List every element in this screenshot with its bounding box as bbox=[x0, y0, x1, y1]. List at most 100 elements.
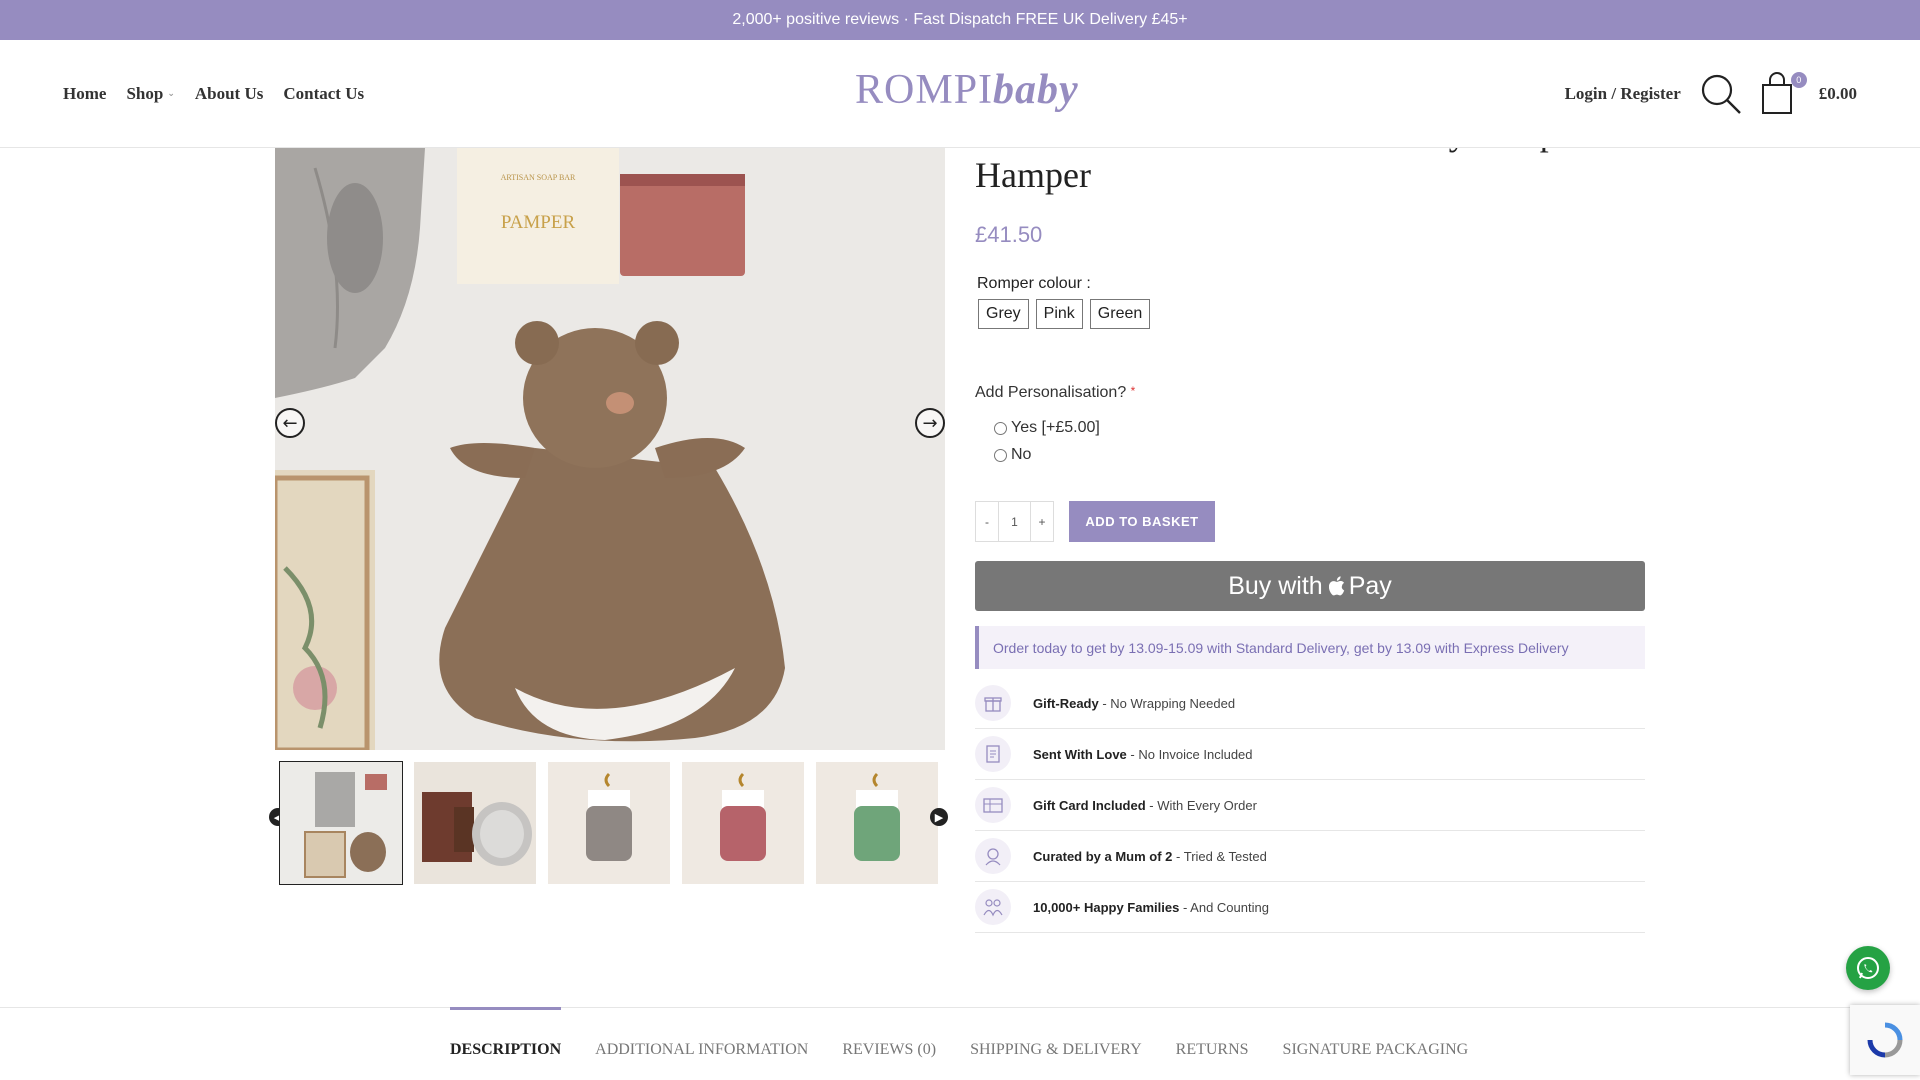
feature-item: Sent With Love - No Invoice Included bbox=[975, 729, 1645, 780]
header-actions: Login / Register 0 £0.00 bbox=[1565, 40, 1857, 148]
product-price: £41.50 bbox=[975, 222, 1043, 247]
feature-desc: - No Invoice Included bbox=[1126, 746, 1253, 762]
logo-part2: baby bbox=[993, 67, 1079, 113]
search-icon[interactable] bbox=[1699, 72, 1743, 116]
mum-icon bbox=[975, 838, 1011, 874]
feature-desc: - And Counting bbox=[1179, 899, 1269, 915]
personalisation-label-text: Add Personalisation? bbox=[975, 384, 1127, 401]
site-logo[interactable]: ROMPIbaby bbox=[855, 66, 1079, 114]
cart-button[interactable]: 0 bbox=[1761, 72, 1807, 116]
feature-desc: - No Wrapping Needed bbox=[1098, 695, 1236, 711]
feature-item: Gift-Ready - No Wrapping Needed bbox=[975, 678, 1645, 729]
feature-text: 10,000+ Happy Families - And Counting bbox=[1033, 900, 1269, 915]
feature-title: 10,000+ Happy Families bbox=[1033, 899, 1180, 915]
quantity-stepper: - 1 + bbox=[975, 501, 1054, 542]
nav-shop[interactable]: Shop ⌄ bbox=[126, 84, 174, 104]
soap-box-line1: ARTISAN SOAP BAR bbox=[501, 173, 576, 182]
tab-description[interactable]: DESCRIPTION bbox=[450, 1007, 562, 1080]
qty-minus-button[interactable]: - bbox=[975, 501, 999, 542]
tab-returns[interactable]: RETURNS bbox=[1176, 1007, 1249, 1080]
thumbnail-1[interactable] bbox=[279, 761, 403, 885]
apple-pay-button[interactable]: Buy with Pay bbox=[975, 561, 1645, 611]
gallery-next-button[interactable]: → bbox=[915, 408, 945, 438]
logo-part1: ROMPI bbox=[855, 67, 994, 113]
thumbnail-image bbox=[548, 762, 670, 884]
whatsapp-icon bbox=[1857, 957, 1879, 979]
product-tabs: DESCRIPTION ADDITIONAL INFORMATION REVIE… bbox=[450, 1007, 1468, 1080]
applepay-pay-label: Pay bbox=[1348, 571, 1392, 600]
thumbnail-3[interactable] bbox=[548, 762, 670, 884]
thumbnail-image bbox=[280, 762, 402, 884]
feature-title: Sent With Love bbox=[1033, 746, 1127, 762]
personalisation-option-no[interactable]: No bbox=[994, 446, 1031, 464]
feature-title: Gift-Ready bbox=[1033, 695, 1099, 711]
feature-title: Curated by a Mum of 2 bbox=[1033, 848, 1173, 864]
tab-signature-packaging[interactable]: SIGNATURE PACKAGING bbox=[1283, 1007, 1469, 1080]
applepay-text: Buy with bbox=[1228, 571, 1323, 600]
nav-shop-label: Shop bbox=[126, 84, 164, 103]
nav-about[interactable]: About Us bbox=[195, 84, 264, 104]
main-nav: Home Shop ⌄ About Us Contact Us bbox=[63, 40, 364, 148]
recaptcha-badge bbox=[1850, 1005, 1920, 1075]
thumbnail-next-icon[interactable]: ▶ bbox=[930, 808, 948, 826]
login-register-link[interactable]: Login / Register bbox=[1565, 84, 1681, 104]
feature-text: Curated by a Mum of 2 - Tried & Tested bbox=[1033, 849, 1267, 864]
document-icon bbox=[975, 736, 1011, 772]
radio-button[interactable] bbox=[994, 421, 1007, 435]
colour-option-green[interactable]: Green bbox=[1089, 299, 1151, 329]
nav-contact-label: Contact Us bbox=[283, 84, 365, 103]
shopping-bag-icon bbox=[1761, 72, 1792, 114]
personalisation-label: Add Personalisation? * bbox=[975, 384, 1135, 402]
tab-shipping-delivery[interactable]: SHIPPING & DELIVERY bbox=[970, 1007, 1142, 1080]
site-header: Home Shop ⌄ About Us Contact Us ROMPIbaby… bbox=[0, 40, 1920, 148]
thumbnail-image bbox=[414, 762, 536, 884]
radio-button[interactable] bbox=[994, 448, 1007, 462]
feature-title: Gift Card Included bbox=[1033, 797, 1146, 813]
add-to-basket-button[interactable]: ADD TO BASKET bbox=[1069, 501, 1215, 542]
recaptcha-icon bbox=[1867, 1022, 1903, 1058]
required-marker: * bbox=[1130, 384, 1136, 398]
thumbnail-5[interactable] bbox=[816, 762, 938, 884]
soap-box-line2: PAMPER bbox=[501, 212, 576, 233]
qty-plus-button[interactable]: + bbox=[1030, 501, 1054, 542]
apple-logo-icon bbox=[1328, 576, 1344, 596]
thumbnail-2[interactable] bbox=[414, 762, 536, 884]
chevron-down-icon: ⌄ bbox=[167, 89, 175, 99]
nav-contact[interactable]: Contact Us bbox=[283, 84, 364, 104]
tab-additional-information[interactable]: ADDITIONAL INFORMATION bbox=[595, 1007, 808, 1080]
feature-text: Sent With Love - No Invoice Included bbox=[1033, 747, 1253, 762]
cart-total[interactable]: £0.00 bbox=[1819, 84, 1857, 104]
product-main-image[interactable]: ARTISAN SOAP BAR PAMPER ← → bbox=[275, 148, 945, 750]
feature-item: Gift Card Included - With Every Order bbox=[975, 780, 1645, 831]
gift-icon bbox=[975, 685, 1011, 721]
personalisation-option-yes[interactable]: Yes [+£5.00] bbox=[994, 419, 1100, 437]
qty-input[interactable]: 1 bbox=[999, 501, 1030, 542]
whatsapp-chat-button[interactable] bbox=[1846, 946, 1890, 990]
thumbnail-image bbox=[682, 762, 804, 884]
romper-colour-label: Romper colour : bbox=[977, 275, 1091, 292]
gift-card-icon bbox=[975, 787, 1011, 823]
feature-list: Gift-Ready - No Wrapping Needed Sent Wit… bbox=[975, 678, 1645, 933]
feature-desc: - With Every Order bbox=[1145, 797, 1257, 813]
nav-about-label: About Us bbox=[194, 84, 264, 103]
feature-desc: - Tried & Tested bbox=[1172, 848, 1267, 864]
feature-item: Curated by a Mum of 2 - Tried & Tested bbox=[975, 831, 1645, 882]
cart-count-badge: 0 bbox=[1790, 72, 1807, 88]
colour-option-grey[interactable]: Grey bbox=[978, 299, 1029, 329]
option-label: No bbox=[1011, 446, 1032, 463]
announcement-text: 2,000+ positive reviews · Fast Dispatch … bbox=[732, 11, 1188, 28]
gallery-prev-button[interactable]: ← bbox=[275, 408, 305, 438]
option-label: Yes [+£5.00] bbox=[1011, 419, 1100, 436]
thumbnail-4[interactable] bbox=[682, 762, 804, 884]
colour-option-pink[interactable]: Pink bbox=[1035, 299, 1083, 329]
feature-text: Gift-Ready - No Wrapping Needed bbox=[1033, 696, 1235, 711]
nav-home[interactable]: Home bbox=[63, 84, 106, 104]
thumbnail-image bbox=[816, 762, 938, 884]
family-icon bbox=[975, 889, 1011, 925]
tab-reviews[interactable]: REVIEWS (0) bbox=[842, 1007, 936, 1080]
product-photo: ARTISAN SOAP BAR PAMPER bbox=[275, 148, 945, 750]
delivery-estimate-text: Order today to get by 13.09-15.09 with S… bbox=[993, 639, 1569, 656]
feature-item: 10,000+ Happy Families - And Counting bbox=[975, 882, 1645, 933]
announcement-bar: 2,000+ positive reviews · Fast Dispatch … bbox=[0, 0, 1920, 40]
feature-text: Gift Card Included - With Every Order bbox=[1033, 798, 1257, 813]
